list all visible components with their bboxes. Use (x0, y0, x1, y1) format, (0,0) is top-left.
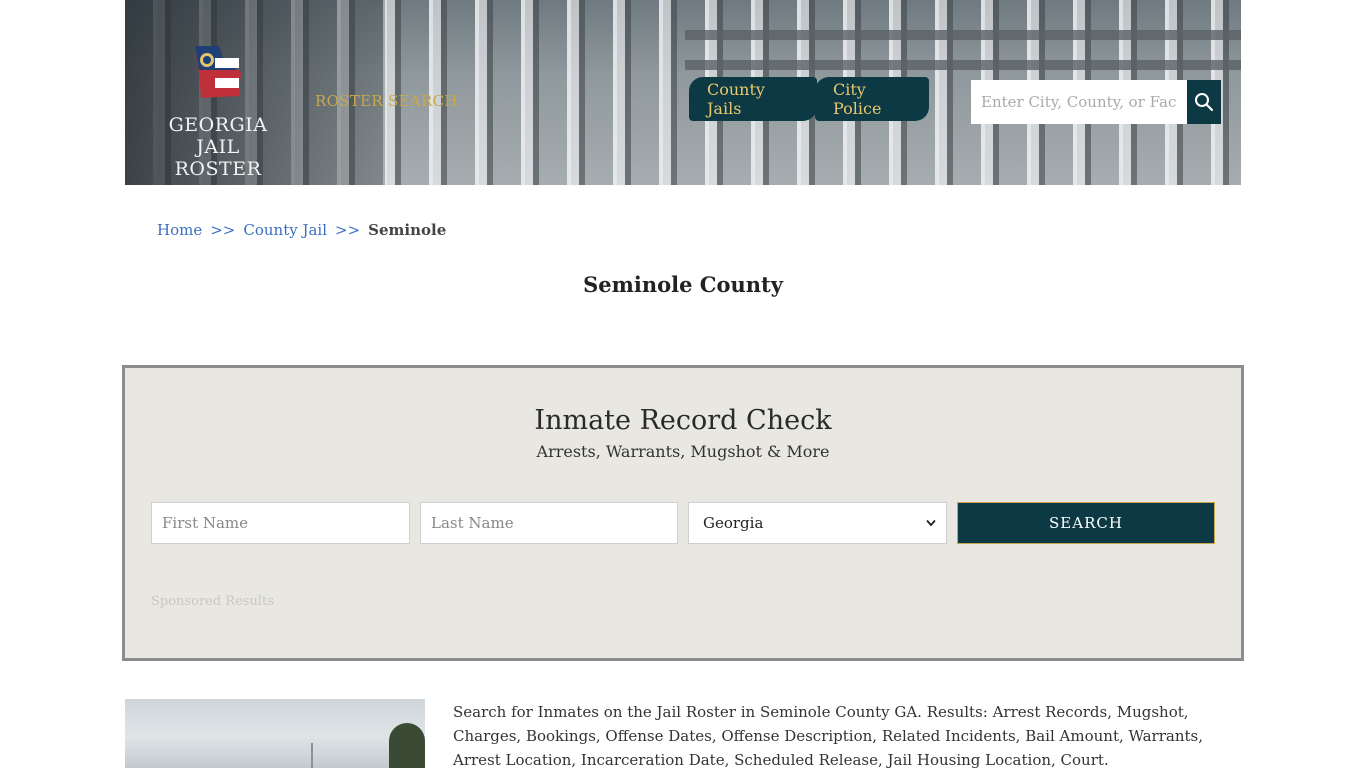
breadcrumb-current: Seminole (368, 221, 447, 239)
jail-building-photo (125, 699, 425, 768)
site-logo[interactable]: GEORGIA JAIL ROSTER (153, 44, 283, 180)
sponsored-results-label: Sponsored Results (151, 594, 274, 609)
logo-text-line1: GEORGIA (168, 114, 268, 136)
breadcrumb-county-jail-link[interactable]: County Jail (243, 221, 327, 239)
inmate-record-check-panel: Inmate Record Check Arrests, Warrants, M… (122, 365, 1244, 661)
search-icon (1195, 93, 1214, 112)
shelf-divider (685, 30, 1241, 40)
nav-city-police-button[interactable]: City Police (815, 77, 929, 121)
facility-search-input[interactable] (971, 80, 1187, 124)
state-select[interactable]: Georgia (688, 502, 947, 544)
search-submit-button[interactable] (1187, 80, 1221, 124)
page-title: Seminole County (583, 272, 783, 297)
breadcrumb-home-link[interactable]: Home (157, 221, 202, 239)
nav-county-jails-button[interactable]: County Jails (689, 77, 817, 121)
record-search-button[interactable]: SEARCH (957, 502, 1215, 544)
shelf-divider (685, 60, 1241, 70)
breadcrumb-separator: >> (210, 221, 236, 239)
breadcrumb-separator: >> (335, 221, 361, 239)
logo-text-line2: JAIL ROSTER (174, 136, 262, 180)
breadcrumb: Home >> County Jail >> Seminole (157, 221, 446, 239)
county-description: Search for Inmates on the Jail Roster in… (453, 703, 1203, 768)
first-name-input[interactable] (151, 502, 410, 544)
record-check-title: Inmate Record Check (534, 405, 832, 436)
tree (389, 723, 425, 768)
site-header: GEORGIA JAIL ROSTER ROSTER SEARCH County… (125, 0, 1241, 185)
georgia-flag-map-icon (195, 46, 241, 98)
record-check-subtitle: Arrests, Warrants, Mugshot & More (536, 442, 830, 461)
state-select-value: Georgia (703, 514, 764, 532)
flag-pole (311, 743, 313, 768)
last-name-input[interactable] (420, 502, 678, 544)
roster-search-link[interactable]: ROSTER SEARCH (315, 92, 458, 110)
chevron-down-icon (926, 519, 936, 527)
